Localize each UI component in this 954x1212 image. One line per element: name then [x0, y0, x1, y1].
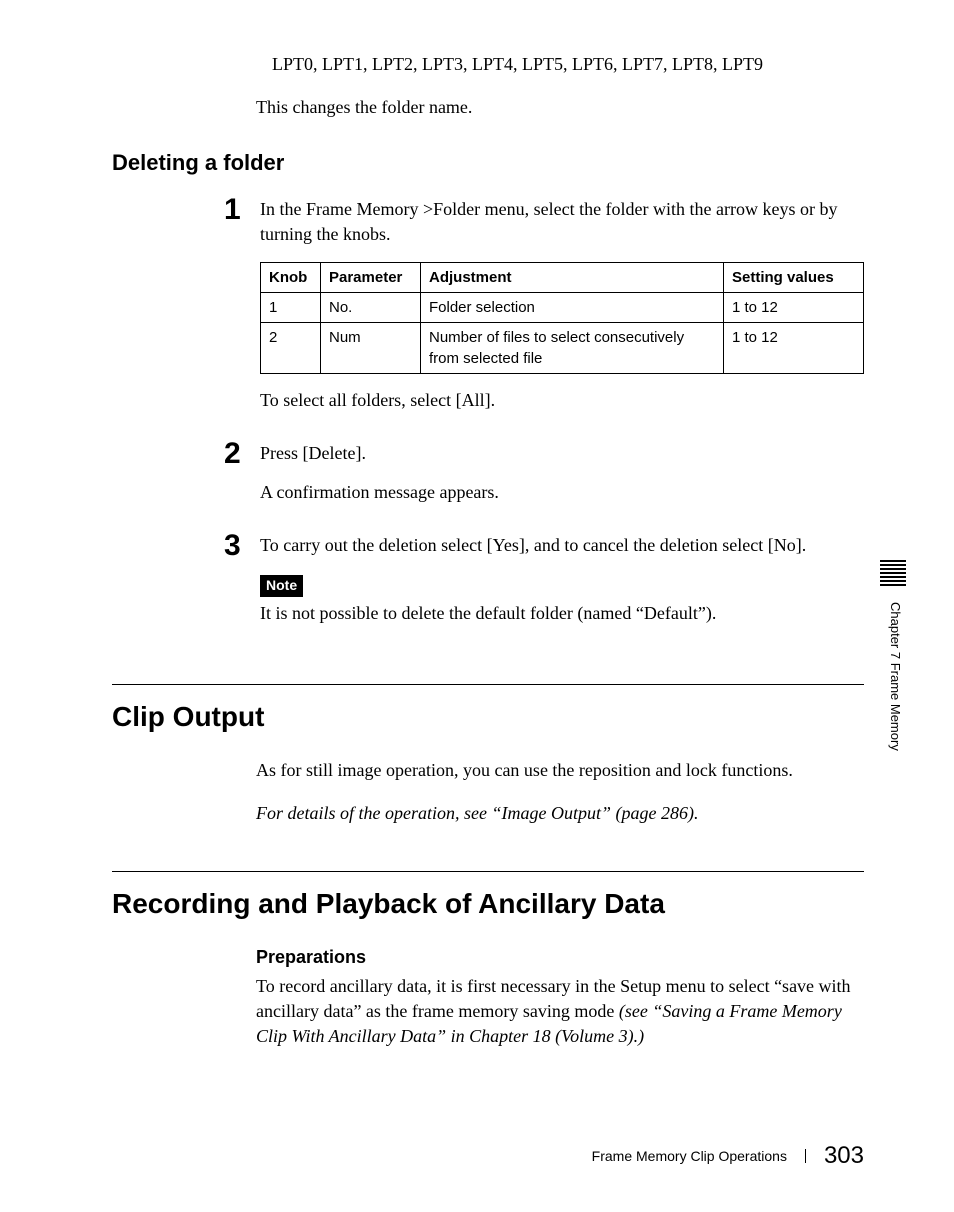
step-number: 3: [224, 529, 260, 561]
cell-setting: 1 to 12: [724, 292, 864, 322]
knob-table: Knob Parameter Adjustment Setting values…: [260, 262, 864, 374]
step-number: 1: [224, 193, 260, 225]
clip-output-ref: For details of the operation, see “Image…: [256, 801, 864, 826]
step-1: 1 In the Frame Memory >Folder menu, sele…: [224, 193, 864, 427]
th-adjustment: Adjustment: [421, 262, 724, 292]
step-3-text: To carry out the deletion select [Yes], …: [260, 533, 864, 558]
clip-output-text: As for still image operation, you can us…: [256, 758, 864, 783]
footer-page-number: 303: [806, 1144, 864, 1168]
step-1-text: In the Frame Memory >Folder menu, select…: [260, 197, 864, 247]
thumb-index-icon: [880, 560, 906, 586]
page-footer: Frame Memory Clip Operations 303: [592, 1144, 864, 1168]
note-text: It is not possible to delete the default…: [260, 601, 864, 626]
step-1-note: To select all folders, select [All].: [260, 388, 864, 413]
step-3: 3 To carry out the deletion select [Yes]…: [224, 529, 864, 640]
step-2-text: Press [Delete].: [260, 441, 864, 466]
preparations-text: To record ancillary data, it is first ne…: [256, 974, 864, 1050]
result-text: This changes the folder name.: [256, 95, 864, 120]
step-2-result: A confirmation message appears.: [260, 480, 864, 505]
recording-heading: Recording and Playback of Ancillary Data: [112, 884, 864, 923]
cell-knob: 2: [261, 322, 321, 373]
th-setting: Setting values: [724, 262, 864, 292]
th-knob: Knob: [261, 262, 321, 292]
table-row: 2 Num Number of files to select consecut…: [261, 322, 864, 373]
footer-section-title: Frame Memory Clip Operations: [592, 1149, 806, 1163]
cell-setting: 1 to 12: [724, 322, 864, 373]
cell-param: No.: [321, 292, 421, 322]
section-divider: [112, 871, 864, 872]
cell-param: Num: [321, 322, 421, 373]
preparations-heading: Preparations: [256, 945, 864, 970]
reserved-names-list: LPT0, LPT1, LPT2, LPT3, LPT4, LPT5, LPT6…: [272, 52, 864, 77]
cell-adj: Folder selection: [421, 292, 724, 322]
step-number: 2: [224, 437, 260, 469]
chapter-side-label: Chapter 7 Frame Memory: [886, 602, 904, 751]
table-row: 1 No. Folder selection 1 to 12: [261, 292, 864, 322]
section-divider: [112, 684, 864, 685]
step-2: 2 Press [Delete]. A confirmation message…: [224, 437, 864, 519]
clip-output-heading: Clip Output: [112, 697, 864, 736]
th-parameter: Parameter: [321, 262, 421, 292]
cell-adj: Number of files to select consecutively …: [421, 322, 724, 373]
note-label: Note: [260, 575, 303, 597]
cell-knob: 1: [261, 292, 321, 322]
deleting-folder-heading: Deleting a folder: [112, 148, 864, 179]
